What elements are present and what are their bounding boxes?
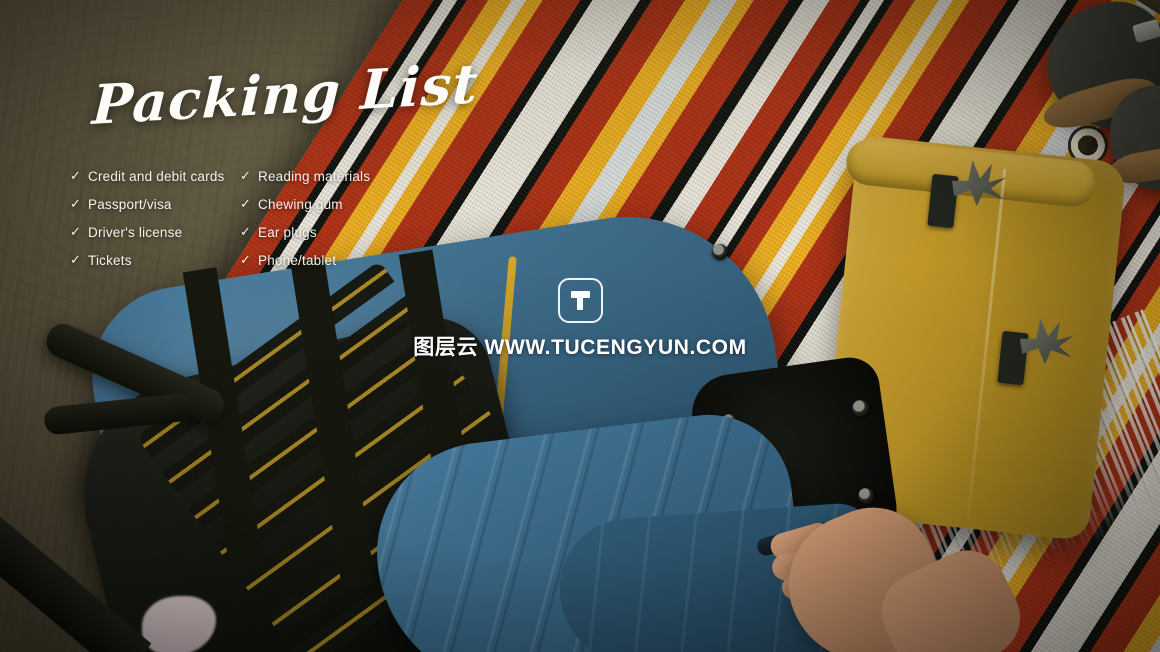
list-item: ✓ Driver's license (70, 218, 240, 246)
list-item: ✓ Reading materials (240, 162, 410, 190)
list-item-label: Passport/visa (88, 196, 172, 212)
watermark: 图层云 WWW.TUCENGYUN.COM (0, 278, 1160, 361)
list-item-label: Driver's license (88, 224, 183, 240)
list-item-label: Tickets (88, 252, 132, 268)
list-item: ✓ Ear plugs (240, 218, 410, 246)
logo-letter-t (570, 291, 590, 310)
list-item-label: Chewing gum (258, 196, 343, 212)
list-item-label: Ear plugs (258, 224, 317, 240)
list-item: ✓ Passport/visa (70, 190, 240, 218)
tucengyun-logo-icon (557, 278, 603, 323)
list-item-label: Phone/tablet (258, 252, 337, 268)
packing-list: ✓ Credit and debit cards ✓ Reading mater… (70, 162, 410, 274)
video-frame: Packing List ✓ Credit and debit cards ✓ … (0, 0, 1160, 652)
check-icon: ✓ (240, 168, 252, 183)
list-item-label: Reading materials (258, 168, 371, 184)
watermark-text: 图层云 WWW.TUCENGYUN.COM (413, 336, 747, 359)
text-overlay: Packing List ✓ Credit and debit cards ✓ … (0, 0, 1160, 652)
list-item: ✓ Tickets (70, 246, 240, 274)
list-item: ✓ Phone/tablet (240, 246, 410, 274)
check-icon: ✓ (70, 168, 82, 183)
page-title: Packing List (90, 51, 480, 137)
list-item: ✓ Chewing gum (240, 190, 410, 218)
check-icon: ✓ (240, 252, 252, 267)
check-icon: ✓ (240, 196, 252, 211)
check-icon: ✓ (70, 252, 82, 267)
list-item-label: Credit and debit cards (88, 168, 225, 184)
check-icon: ✓ (70, 196, 82, 211)
list-item: ✓ Credit and debit cards (70, 162, 240, 190)
check-icon: ✓ (240, 224, 252, 239)
check-icon: ✓ (70, 224, 82, 239)
